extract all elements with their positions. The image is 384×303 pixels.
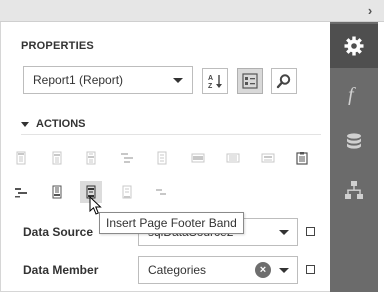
insert-report-header-band-button[interactable]: [46, 147, 68, 169]
categories-list-icon: [242, 73, 258, 89]
tab-properties[interactable]: [330, 24, 378, 68]
band-icon: [122, 185, 132, 199]
properties-title: PROPERTIES: [21, 40, 94, 52]
wide-band-icon: [261, 153, 275, 163]
tab-expressions[interactable]: f: [330, 72, 378, 116]
insert-group-footer-band-button[interactable]: [222, 147, 244, 169]
tab-report-explorer[interactable]: [330, 168, 378, 212]
data-source-checkbox[interactable]: [306, 227, 315, 236]
svg-text:Z: Z: [208, 83, 213, 89]
report-component-select-value: Report1 (Report): [33, 73, 124, 87]
report-component-select[interactable]: Report1 (Report): [23, 66, 193, 94]
database-icon: [347, 133, 361, 149]
clipboard-icon: [296, 152, 308, 165]
top-bar: ›: [0, 0, 384, 22]
band-icon: [52, 185, 62, 199]
search-icon: [276, 74, 291, 89]
insert-report-footer-band-button[interactable]: [257, 147, 279, 169]
insert-vertical-total-band-button[interactable]: [151, 181, 173, 203]
data-member-value: Categories: [148, 263, 207, 277]
actions-section-header[interactable]: ACTIONS: [21, 118, 86, 130]
actions-title: ACTIONS: [36, 118, 86, 130]
insert-page-header-band-button[interactable]: [80, 147, 102, 169]
insert-group-header-band-button[interactable]: [116, 147, 138, 169]
collapse-panel-chevron-icon[interactable]: ›: [362, 3, 378, 19]
data-source-label: Data Source: [23, 225, 94, 239]
data-member-label: Data Member: [23, 263, 99, 277]
group-band-icon: [15, 188, 27, 198]
properties-panel: PROPERTIES Report1 (Report) A Z ACTIONS: [0, 22, 330, 292]
band-icon: [16, 151, 26, 165]
band-icon: [86, 151, 96, 165]
gear-icon: [344, 36, 364, 56]
categorized-view-button[interactable]: [237, 68, 263, 94]
svg-text:f: f: [348, 84, 356, 105]
tab-field-list[interactable]: [330, 120, 378, 164]
group-band-icon: [121, 153, 133, 163]
search-properties-button[interactable]: [271, 68, 297, 94]
svg-text:A: A: [208, 75, 213, 82]
clear-x-icon[interactable]: ×: [255, 262, 271, 278]
collapse-triangle-icon: [21, 121, 29, 127]
wide-band-icon: [226, 153, 240, 163]
divider: [21, 134, 321, 135]
mouse-pointer-icon: [89, 196, 102, 215]
insert-bottom-margin-band-button[interactable]: [116, 181, 138, 203]
band-icon: [52, 151, 62, 165]
insert-top-margin-band-button[interactable]: [10, 147, 32, 169]
function-icon: f: [348, 84, 356, 105]
dropdown-arrow-icon: [279, 230, 289, 235]
insert-vertical-header-band-button[interactable]: [10, 181, 32, 203]
tooltip: Insert Page Footer Band: [99, 212, 244, 234]
data-member-checkbox[interactable]: [306, 265, 315, 274]
band-icon: [157, 151, 167, 165]
dropdown-arrow-icon: [173, 78, 183, 83]
sort-az-icon: A Z: [208, 75, 222, 89]
sort-alphabetically-button[interactable]: A Z: [202, 68, 228, 94]
dropdown-arrow-icon: [279, 268, 289, 273]
hierarchy-icon: [345, 181, 363, 199]
right-tab-sidebar: f: [330, 22, 378, 292]
insert-detail-report-band-button[interactable]: [187, 147, 209, 169]
paste-report-button[interactable]: [291, 147, 313, 169]
insert-detail-band-button[interactable]: [151, 147, 173, 169]
data-member-select[interactable]: Categories ×: [138, 256, 298, 284]
wide-band-icon: [191, 153, 205, 163]
group-band-icon: [156, 189, 166, 195]
insert-page-band-button[interactable]: [46, 181, 68, 203]
